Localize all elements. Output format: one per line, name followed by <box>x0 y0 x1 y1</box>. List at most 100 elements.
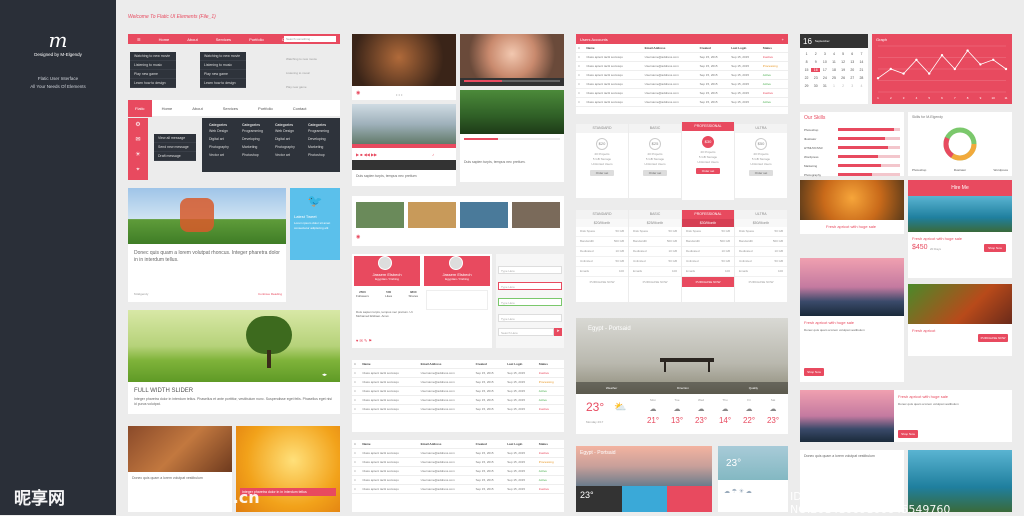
table-row[interactable]: □ Class aptent taciti sociosqu Username@ad… <box>576 97 788 107</box>
checkbox[interactable]: □ <box>576 79 585 89</box>
calendar-date[interactable]: 26 <box>839 76 848 80</box>
calendar-date[interactable]: 31 <box>820 84 829 88</box>
calendar-date[interactable]: 9 <box>811 60 820 64</box>
data-point[interactable] <box>1004 67 1008 71</box>
calendar-date[interactable]: 22 <box>802 76 811 80</box>
table-row[interactable]: □ Class aptent taciti sociosqu Username@ad… <box>352 368 564 378</box>
column-header[interactable]: Last Login <box>505 440 537 449</box>
calendar-date[interactable]: 1 <box>829 84 838 88</box>
calendar-date[interactable]: 13 <box>848 60 857 64</box>
checkbox[interactable]: □ <box>352 448 361 458</box>
bulb-icon[interactable]: ☀ <box>128 148 148 163</box>
success-field[interactable]: Type Here <box>498 298 562 306</box>
table-row[interactable]: □ Class aptent taciti sociosqu Username@ad… <box>352 395 564 405</box>
data-point[interactable] <box>966 49 969 52</box>
checkbox[interactable]: □ <box>352 404 361 414</box>
calendar-date[interactable]: 2 <box>839 84 848 88</box>
mega-item[interactable]: Vector art <box>275 151 300 159</box>
gallery-thumb[interactable] <box>512 202 560 228</box>
text-field-2[interactable]: Type Here <box>498 314 562 322</box>
nav-about[interactable]: About <box>178 37 206 42</box>
dropdown-item[interactable]: Play new game <box>130 70 176 79</box>
table-row[interactable]: □ Class aptent taciti sociosqu Username@ad… <box>352 484 564 494</box>
calendar-date[interactable]: 14 <box>857 60 866 64</box>
checkbox[interactable]: □ <box>352 484 361 494</box>
table-row[interactable]: □ Class aptent taciti sociosqu Username@ad… <box>352 386 564 396</box>
data-point[interactable] <box>928 72 931 75</box>
add-icon[interactable]: + <box>782 37 784 42</box>
calendar-date[interactable]: 28 <box>857 76 866 80</box>
calendar-date[interactable]: 30 <box>811 84 820 88</box>
dropdown-item[interactable]: Learn how to design <box>130 79 176 88</box>
checkbox[interactable]: □ <box>352 368 361 378</box>
checkbox[interactable]: □ <box>576 97 585 107</box>
column-header[interactable]: Created <box>473 360 506 369</box>
pager-dots[interactable]: • • • <box>396 92 402 97</box>
column-header[interactable]: Name <box>360 360 419 369</box>
mega-item[interactable]: Web Design <box>209 127 234 135</box>
error-field[interactable]: Type Here <box>498 282 562 290</box>
table-row[interactable]: □ Class aptent taciti sociosqu Username@ad… <box>352 404 564 414</box>
order-button[interactable]: Order set <box>590 170 614 176</box>
mega-item[interactable]: Marketing <box>308 143 333 151</box>
menu-icon[interactable]: ☰ <box>128 37 150 42</box>
checkbox[interactable]: □ <box>576 61 585 71</box>
mega-item[interactable]: Photography <box>275 143 300 151</box>
calendar-date[interactable]: 25 <box>829 76 838 80</box>
order-button[interactable]: Order set <box>696 168 720 174</box>
calendar-date[interactable]: 1 <box>802 52 811 56</box>
table-row[interactable]: □ Class aptent taciti sociosqu Username@ad… <box>352 475 564 485</box>
slider-arrows-icon[interactable]: ◂▸ <box>322 372 327 378</box>
calendar-date[interactable]: 23 <box>811 76 820 80</box>
mega-item[interactable]: Developing <box>242 135 267 143</box>
data-point[interactable] <box>876 77 880 80</box>
gallery-thumb[interactable] <box>408 202 456 228</box>
nav-portfolio[interactable]: Portfolio <box>240 37 273 42</box>
table-row[interactable]: □ Class aptent taciti sociosqu Username@ad… <box>352 466 564 476</box>
column-header[interactable]: Name <box>584 44 643 53</box>
calendar-date[interactable]: 4 <box>829 52 838 56</box>
mega-item[interactable]: Developing <box>308 135 333 143</box>
order-button[interactable]: Order set <box>749 170 773 176</box>
gallery-play-icon[interactable]: ◉ <box>356 234 360 240</box>
side-list-item[interactable]: Listening to music <box>286 66 338 80</box>
table-row[interactable]: □ Class aptent taciti sociosqu Username@ad… <box>576 52 788 62</box>
chat-icon[interactable]: ✉ <box>128 133 148 148</box>
calendar-date[interactable]: 16 <box>811 68 821 72</box>
column-header[interactable]: Status <box>536 440 564 449</box>
checkbox[interactable]: □ <box>576 52 585 62</box>
column-header[interactable]: Email Address <box>418 440 474 449</box>
dropdown-item[interactable]: Listening to music <box>200 61 246 70</box>
dropdown-item[interactable]: Listening to music <box>130 61 176 70</box>
data-point[interactable] <box>915 58 918 61</box>
nav2-services[interactable]: Services <box>213 106 248 111</box>
purchase-button[interactable]: PURCHASE NOW <box>735 277 787 287</box>
mega-item[interactable]: Programming <box>242 127 267 135</box>
checkbox[interactable]: □ <box>352 377 361 387</box>
calendar-date[interactable]: 10 <box>820 60 829 64</box>
side-list-item[interactable]: Play new game <box>286 80 338 94</box>
play-icon[interactable]: ◉ <box>356 90 360 96</box>
read-more-link[interactable]: Continue Reading <box>258 292 282 296</box>
calendar-date[interactable]: 17 <box>820 68 829 72</box>
calendar-date[interactable]: 21 <box>857 68 866 72</box>
nav2-portfolio[interactable]: Portfolio <box>248 106 283 111</box>
shop-now-button[interactable]: Shop Now <box>804 368 824 376</box>
checkbox[interactable]: □ <box>352 457 361 467</box>
mega-item[interactable]: Marketing <box>242 143 267 151</box>
calendar-date[interactable]: 29 <box>802 84 811 88</box>
volume-icon[interactable]: ♪ <box>432 152 434 157</box>
menu-view-messages[interactable]: View all message <box>154 134 196 143</box>
nav-home[interactable]: Home <box>150 37 179 42</box>
calendar-date[interactable]: 19 <box>839 68 848 72</box>
calendar-date[interactable]: 15 <box>802 68 811 72</box>
calendar-date[interactable]: 6 <box>848 52 857 56</box>
checkbox[interactable]: □ <box>352 360 361 369</box>
mega-item[interactable]: Photoshop <box>242 151 267 159</box>
dropdown-item[interactable]: Watching to new movie <box>200 52 246 61</box>
checkbox[interactable]: □ <box>352 466 361 476</box>
data-point[interactable] <box>953 67 956 71</box>
column-header[interactable]: Last Login <box>729 44 761 53</box>
column-header[interactable]: Last Login <box>505 360 537 369</box>
nav2-flatic[interactable]: Flatic <box>128 99 152 117</box>
